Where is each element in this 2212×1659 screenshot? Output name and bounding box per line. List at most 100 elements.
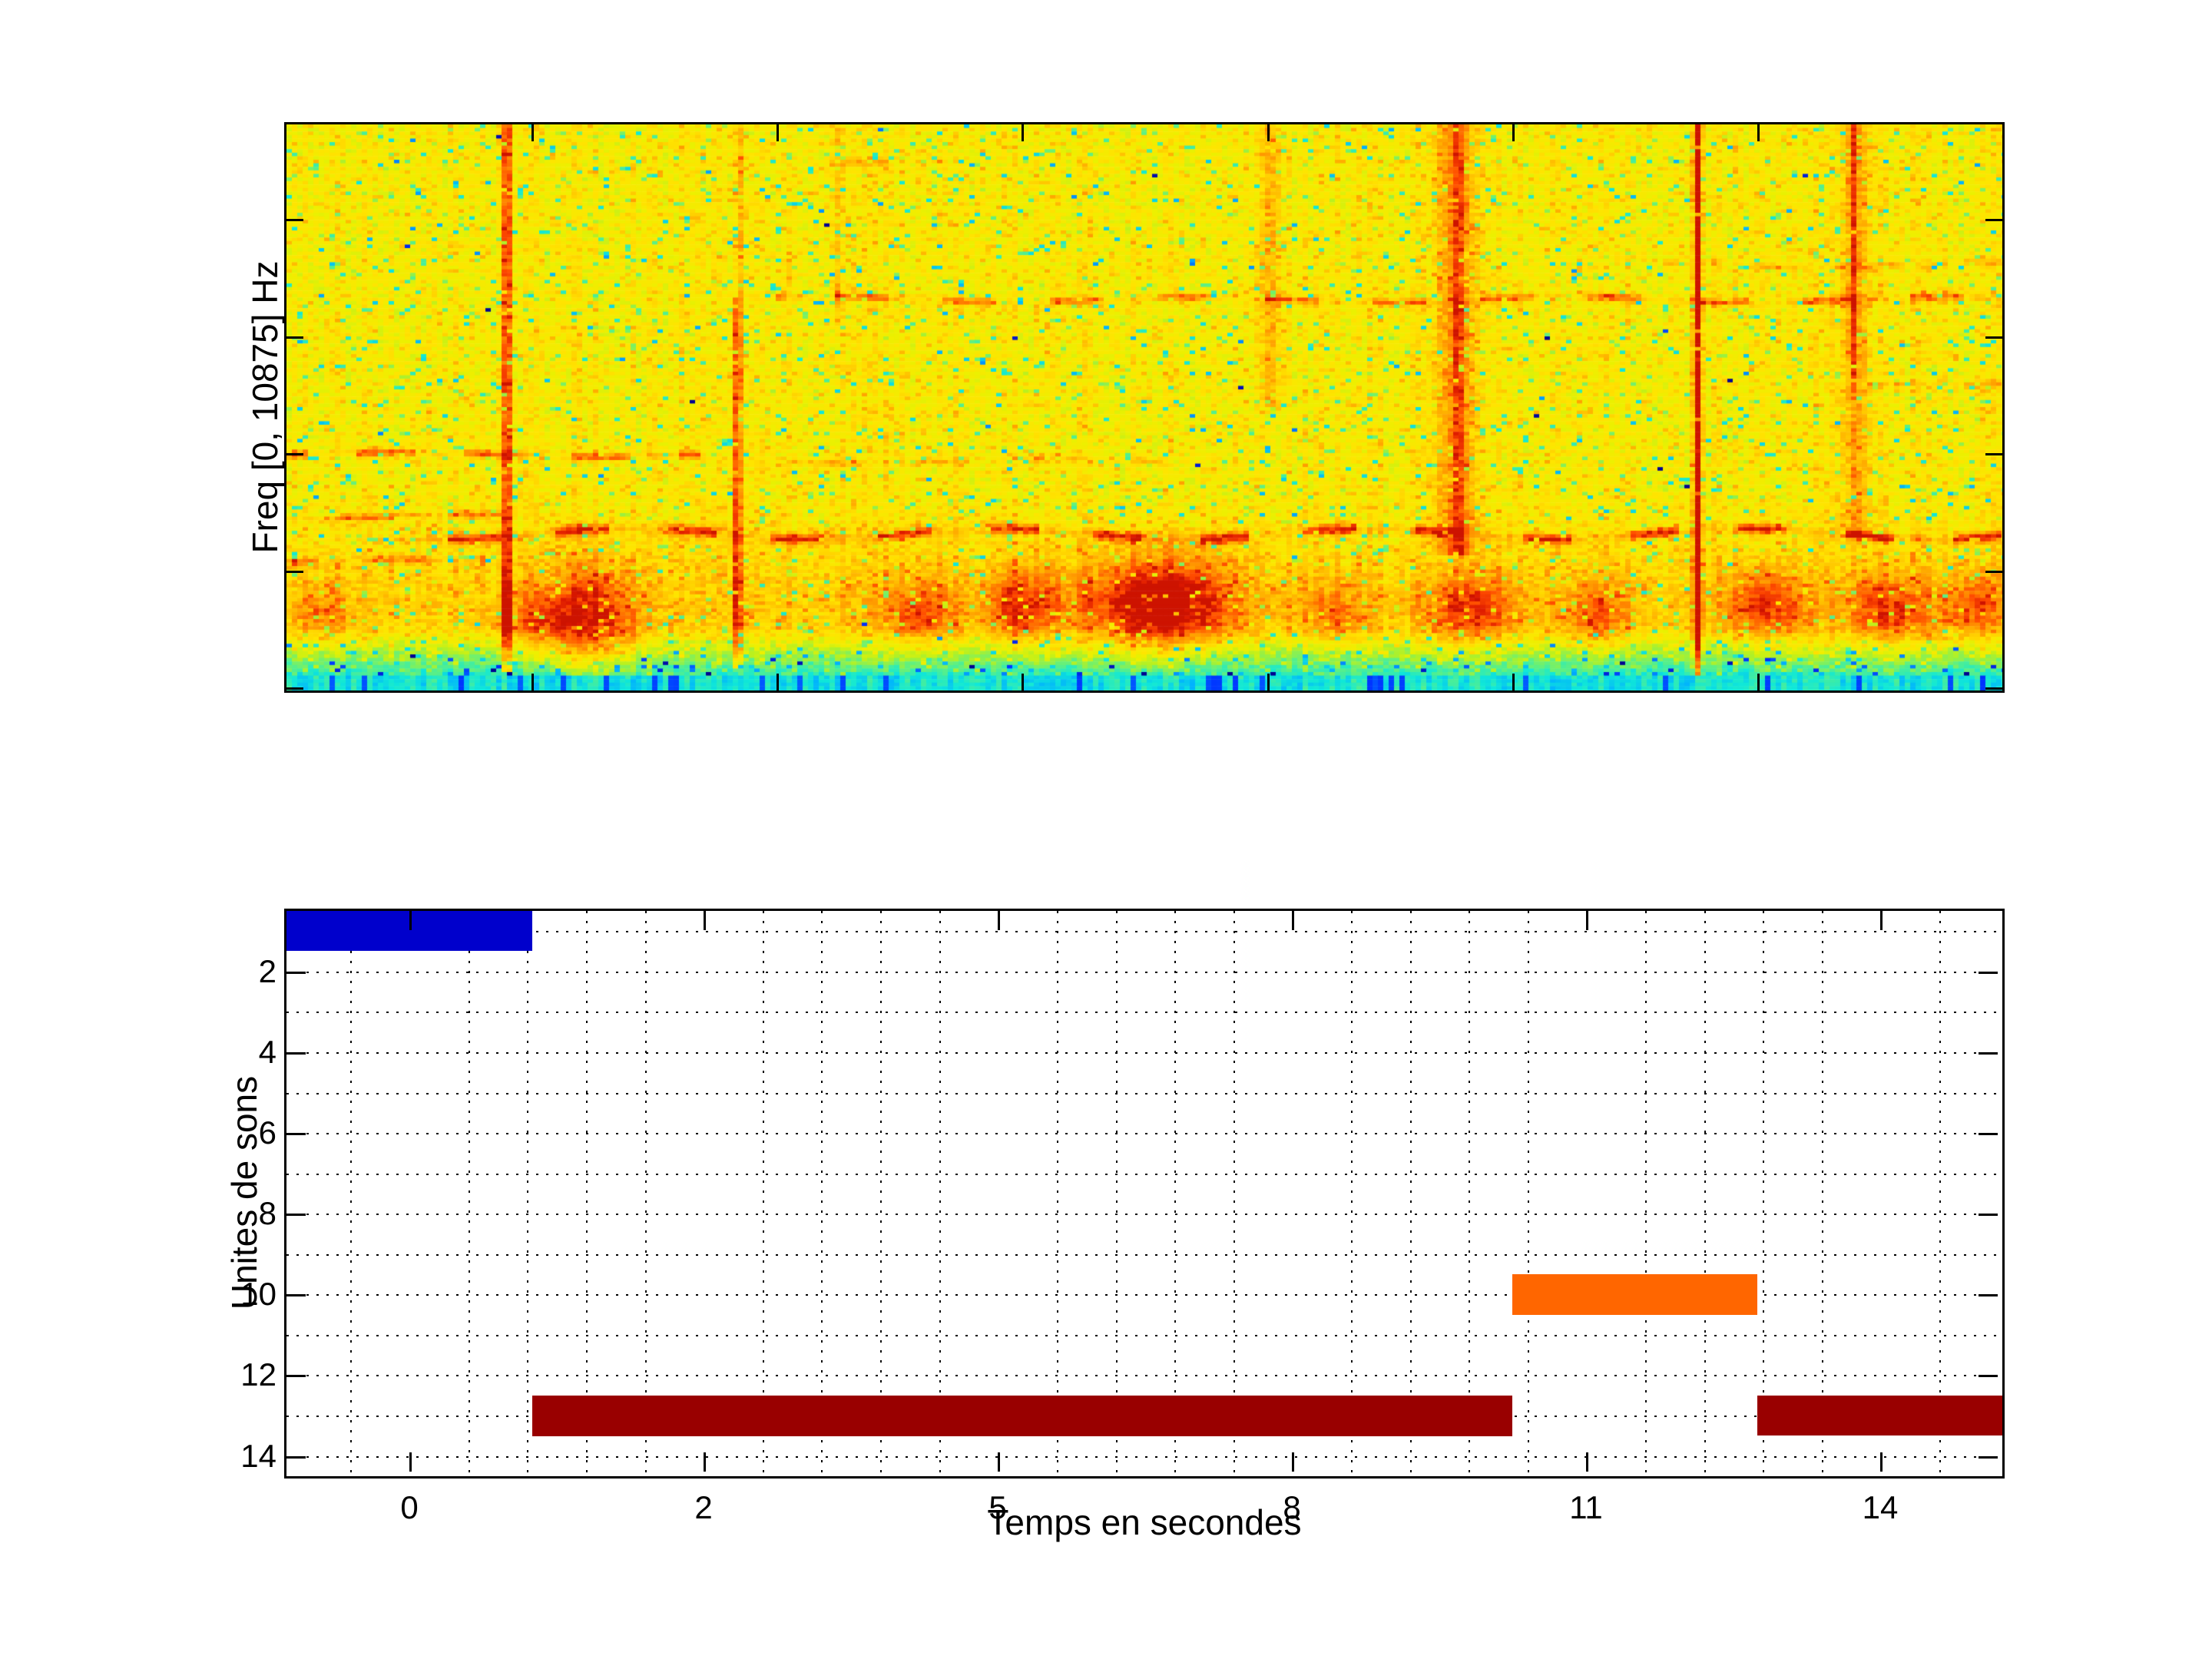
y-tick-label: 14 bbox=[161, 1437, 276, 1475]
x-axis-tick bbox=[704, 1452, 706, 1472]
minor-vertical-gridline bbox=[1057, 911, 1058, 1476]
y-tick-label: 10 bbox=[161, 1275, 276, 1313]
bottom-plot-xlabel: Temps en secondes bbox=[837, 1499, 1452, 1545]
y-axis-tick bbox=[1979, 1214, 1998, 1216]
figure: Freq [0, 10875] Hz Unites de sons Temps … bbox=[0, 0, 2212, 1659]
minor-vertical-gridline bbox=[586, 911, 588, 1476]
x-tick-label: 2 bbox=[650, 1488, 757, 1527]
y-tick-label: 12 bbox=[161, 1356, 276, 1394]
y-axis-tick bbox=[286, 1214, 306, 1216]
y-axis-tick bbox=[1979, 1375, 1998, 1377]
horizontal-gridline bbox=[286, 1012, 2002, 1013]
x-tick-label: 0 bbox=[356, 1488, 463, 1527]
y-axis-tick bbox=[286, 1133, 306, 1135]
sound-unit-bar-unit-10-orange bbox=[1512, 1274, 1757, 1315]
top-plot-y-tick bbox=[1985, 571, 2002, 573]
x-axis-tick bbox=[1586, 911, 1588, 930]
spectrogram-panel bbox=[284, 122, 2005, 693]
minor-vertical-gridline bbox=[350, 911, 352, 1476]
y-tick-label: 8 bbox=[161, 1194, 276, 1233]
x-axis-tick bbox=[1292, 1452, 1294, 1472]
top-plot-y-tick bbox=[1985, 453, 2002, 455]
x-tick-label: 14 bbox=[1826, 1488, 1934, 1527]
horizontal-gridline bbox=[286, 1254, 2002, 1256]
minor-vertical-gridline bbox=[469, 911, 470, 1476]
horizontal-gridline bbox=[286, 931, 2002, 932]
minor-vertical-gridline bbox=[645, 911, 647, 1476]
minor-vertical-gridline bbox=[763, 911, 764, 1476]
top-plot-x-tick bbox=[1757, 124, 1760, 141]
horizontal-gridline bbox=[286, 1456, 2002, 1458]
x-axis-tick bbox=[409, 911, 412, 930]
y-axis-tick bbox=[286, 1052, 306, 1055]
top-plot-x-tick bbox=[777, 124, 779, 141]
minor-vertical-gridline bbox=[1822, 911, 1823, 1476]
x-tick-label: 5 bbox=[944, 1488, 1051, 1527]
horizontal-gridline bbox=[286, 1093, 2002, 1094]
y-axis-tick bbox=[286, 1294, 306, 1296]
x-axis-tick bbox=[704, 911, 706, 930]
top-plot-x-tick bbox=[1022, 674, 1024, 690]
minor-vertical-gridline bbox=[1528, 911, 1529, 1476]
y-axis-tick bbox=[1979, 972, 1998, 974]
top-plot-y-tick bbox=[286, 219, 303, 221]
minor-vertical-gridline bbox=[939, 911, 941, 1476]
minor-vertical-gridline bbox=[880, 911, 882, 1476]
spectrogram-image bbox=[286, 124, 2002, 690]
y-axis-tick bbox=[286, 972, 306, 974]
top-plot-x-tick bbox=[1757, 674, 1760, 690]
minor-vertical-gridline bbox=[1704, 911, 1706, 1476]
top-plot-x-tick bbox=[777, 674, 779, 690]
x-tick-label: 8 bbox=[1238, 1488, 1346, 1527]
minor-vertical-gridline bbox=[1939, 911, 1941, 1476]
top-plot-ylabel: Freq [0, 10875] Hz bbox=[242, 100, 288, 714]
horizontal-gridline bbox=[286, 1174, 2002, 1175]
y-axis-tick bbox=[286, 1375, 306, 1377]
y-tick-label: 2 bbox=[161, 952, 276, 991]
sound-units-panel bbox=[284, 909, 2005, 1479]
y-axis-tick bbox=[286, 1456, 306, 1459]
y-tick-label: 6 bbox=[161, 1114, 276, 1152]
y-axis-tick bbox=[1979, 1294, 1998, 1296]
top-plot-y-tick bbox=[1985, 219, 2002, 221]
minor-vertical-gridline bbox=[527, 911, 528, 1476]
sound-unit-bar-unit-13-darkred-a bbox=[532, 1396, 1512, 1436]
y-axis-tick bbox=[1979, 1052, 1998, 1055]
y-axis-tick bbox=[1979, 1456, 1998, 1459]
minor-vertical-gridline bbox=[1410, 911, 1412, 1476]
top-plot-y-tick bbox=[1985, 336, 2002, 339]
minor-vertical-gridline bbox=[1174, 911, 1176, 1476]
minor-vertical-gridline bbox=[821, 911, 823, 1476]
top-plot-y-tick bbox=[1985, 687, 2002, 690]
x-axis-tick bbox=[1586, 1452, 1588, 1472]
x-axis-tick bbox=[1880, 1452, 1883, 1472]
top-plot-x-tick bbox=[1512, 124, 1515, 141]
top-plot-x-tick bbox=[1267, 124, 1270, 141]
minor-vertical-gridline bbox=[1469, 911, 1470, 1476]
horizontal-gridline bbox=[286, 1375, 2002, 1376]
minor-vertical-gridline bbox=[1351, 911, 1353, 1476]
minor-vertical-gridline bbox=[1645, 911, 1647, 1476]
top-plot-y-tick bbox=[286, 336, 303, 339]
top-plot-x-tick bbox=[1512, 674, 1515, 690]
x-tick-label: 11 bbox=[1532, 1488, 1640, 1527]
horizontal-gridline bbox=[286, 972, 2002, 973]
x-axis-tick bbox=[1880, 911, 1883, 930]
horizontal-gridline bbox=[286, 1052, 2002, 1054]
top-plot-x-tick bbox=[531, 124, 534, 141]
x-axis-tick bbox=[998, 911, 1000, 930]
top-plot-x-tick bbox=[531, 674, 534, 690]
top-plot-x-tick bbox=[1022, 124, 1024, 141]
top-plot-y-tick bbox=[286, 687, 303, 690]
top-plot-y-tick bbox=[286, 571, 303, 573]
x-axis-tick bbox=[1292, 911, 1294, 930]
top-plot-x-tick bbox=[1267, 674, 1270, 690]
sound-unit-bar-unit-13-darkred-b bbox=[1757, 1396, 2002, 1435]
x-axis-tick bbox=[998, 1452, 1000, 1472]
horizontal-gridline bbox=[286, 1133, 2002, 1134]
y-tick-label: 4 bbox=[161, 1033, 276, 1071]
top-plot-y-tick bbox=[286, 453, 303, 455]
minor-vertical-gridline bbox=[1233, 911, 1235, 1476]
y-axis-tick bbox=[1979, 1133, 1998, 1135]
minor-vertical-gridline bbox=[1116, 911, 1118, 1476]
